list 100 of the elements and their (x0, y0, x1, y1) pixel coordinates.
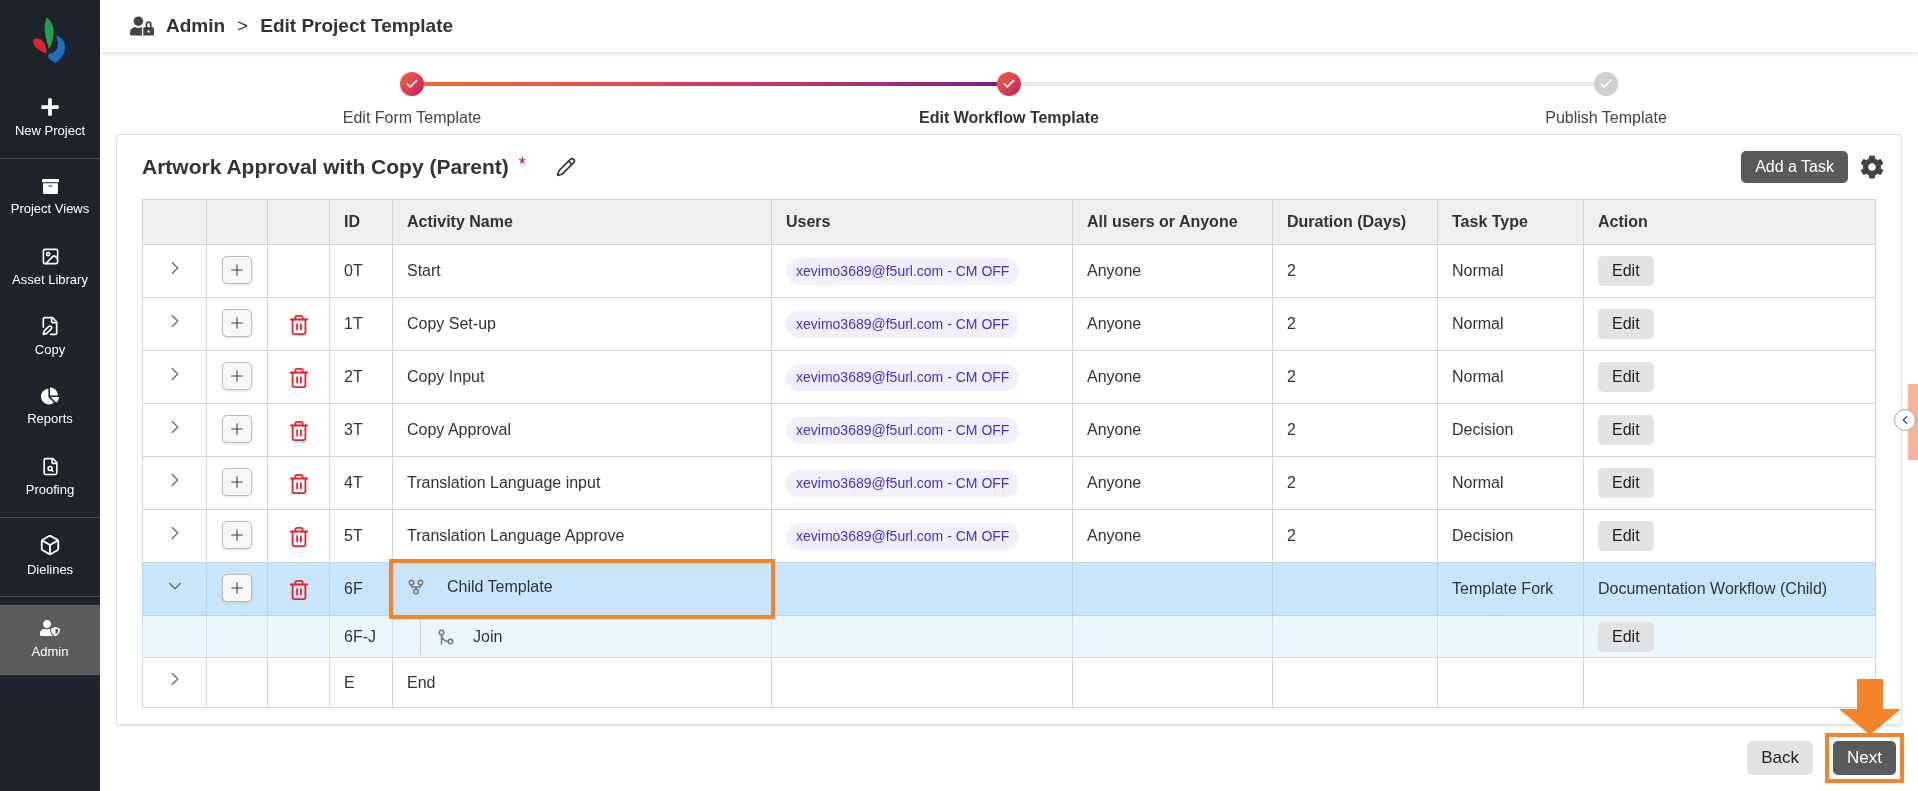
sidebar-item[interactable]: Proofing (0, 443, 100, 513)
column-header: Activity Name (392, 199, 772, 245)
plus-icon (228, 314, 246, 332)
fork-icon (407, 578, 425, 596)
add-button[interactable] (222, 415, 252, 443)
settings-icon[interactable] (1860, 155, 1884, 179)
add-task-button[interactable]: Add a Task (1741, 151, 1848, 183)
add-button[interactable] (222, 256, 252, 284)
id-cell: 2T (329, 350, 393, 404)
plus-icon (228, 526, 246, 544)
user-shield-icon (40, 618, 60, 639)
id-cell: 0T (329, 244, 393, 298)
document-search-icon (40, 456, 60, 476)
task-type-cell: Normal (1437, 350, 1584, 404)
box-icon (39, 534, 61, 557)
archive-icon (41, 177, 59, 195)
step-label[interactable]: Edit Form Template (342, 106, 482, 130)
task-type-cell: Normal (1437, 297, 1584, 351)
edit-pencil-icon[interactable] (555, 157, 576, 177)
sidebar-item[interactable]: Admin (0, 605, 100, 675)
duration-cell: 2 (1272, 244, 1438, 298)
task-type-cell: Normal (1437, 244, 1584, 298)
plus-icon (228, 367, 246, 385)
edit-button[interactable]: Edit (1598, 362, 1654, 392)
id-cell: E (329, 657, 393, 708)
sidebar-item[interactable]: Copy (0, 303, 100, 373)
activity-cell: Start (392, 244, 772, 298)
user-chip[interactable]: xevimo3689@f5url.com - CM OFF (786, 522, 1020, 550)
activity-cell: Translation Language input (392, 456, 772, 510)
column-header: Duration (Days) (1272, 199, 1438, 245)
action-cell: Documentation Workflow (Child) (1583, 562, 1876, 616)
pie-chart-icon (41, 387, 59, 406)
plus-icon (40, 97, 60, 118)
required-mark: * (518, 153, 526, 176)
breadcrumb-separator: > (237, 13, 249, 38)
plus-icon (228, 420, 246, 438)
id-cell: 4T (329, 456, 393, 510)
user-chip[interactable]: xevimo3689@f5url.com - CM OFF (786, 310, 1020, 338)
edit-button[interactable]: Edit (1598, 521, 1654, 551)
assign-cell: Anyone (1072, 509, 1273, 563)
delete-icon[interactable] (287, 472, 310, 495)
user-chip[interactable]: xevimo3689@f5url.com - CM OFF (786, 257, 1020, 285)
plus-icon (228, 579, 246, 597)
task-type-cell: Decision (1437, 509, 1584, 563)
column-header: ID (329, 199, 393, 245)
delete-icon[interactable] (287, 313, 310, 336)
task-type-cell: Template Fork (1437, 562, 1584, 616)
task-type-cell: Decision (1437, 403, 1584, 457)
id-cell: 5T (329, 509, 393, 563)
sidebar-item[interactable]: New Project (0, 84, 100, 154)
edit-button[interactable]: Edit (1598, 256, 1654, 286)
activity-name: Child Template (447, 577, 553, 597)
collapse-button[interactable] (1894, 409, 1916, 431)
step-label[interactable]: Edit Workflow Template (919, 106, 1099, 130)
column-header: Users (771, 199, 1073, 245)
id-cell: 1T (329, 297, 393, 351)
edit-button[interactable]: Edit (1598, 621, 1654, 652)
assign-cell: Anyone (1072, 456, 1273, 510)
activity-name: Join (473, 626, 503, 647)
delete-icon[interactable] (287, 419, 310, 442)
user-chip[interactable]: xevimo3689@f5url.com - CM OFF (786, 469, 1020, 497)
assign-cell: Anyone (1072, 297, 1273, 351)
step-label[interactable]: Publish Template (1545, 106, 1667, 130)
edit-button[interactable]: Edit (1598, 309, 1654, 339)
edit-button[interactable]: Edit (1598, 415, 1654, 445)
sidebar-item[interactable]: Asset Library (0, 233, 100, 303)
delete-icon[interactable] (287, 525, 310, 548)
edit-button[interactable]: Edit (1598, 468, 1654, 498)
duration-cell: 2 (1272, 456, 1438, 510)
user-chip[interactable]: xevimo3689@f5url.com - CM OFF (786, 416, 1020, 444)
duration-cell: 2 (1272, 509, 1438, 563)
image-icon (40, 246, 60, 266)
user-chip[interactable]: xevimo3689@f5url.com - CM OFF (786, 363, 1020, 391)
activity-cell: End (392, 657, 772, 708)
id-cell: 3T (329, 403, 393, 457)
add-button[interactable] (222, 574, 252, 602)
sidebar-item[interactable]: Dielines (0, 522, 100, 592)
duration-cell: 2 (1272, 350, 1438, 404)
document-pen-icon (40, 316, 60, 337)
breadcrumb-item[interactable]: Edit Project Template (260, 11, 454, 41)
breadcrumb-item[interactable]: Admin (166, 11, 226, 41)
back-button[interactable]: Back (1747, 741, 1814, 775)
add-button[interactable] (222, 309, 252, 337)
delete-icon[interactable] (287, 366, 310, 389)
assign-cell: Anyone (1072, 244, 1273, 298)
activity-cell: Copy Approval (392, 403, 772, 457)
merge-icon (437, 627, 455, 646)
delete-icon[interactable] (287, 578, 310, 601)
add-button[interactable] (222, 362, 252, 390)
add-button[interactable] (222, 468, 252, 496)
plus-icon (228, 261, 246, 279)
activity-cell: Copy Set-up (392, 297, 772, 351)
sidebar-item[interactable]: Reports (0, 373, 100, 443)
duration-cell: 2 (1272, 297, 1438, 351)
task-type-cell: Normal (1437, 456, 1584, 510)
plus-icon (228, 473, 246, 491)
add-button[interactable] (222, 521, 252, 549)
next-button[interactable]: Next (1833, 741, 1896, 775)
id-cell: 6F-J (329, 615, 393, 658)
sidebar-item[interactable]: Project Views (0, 163, 100, 233)
